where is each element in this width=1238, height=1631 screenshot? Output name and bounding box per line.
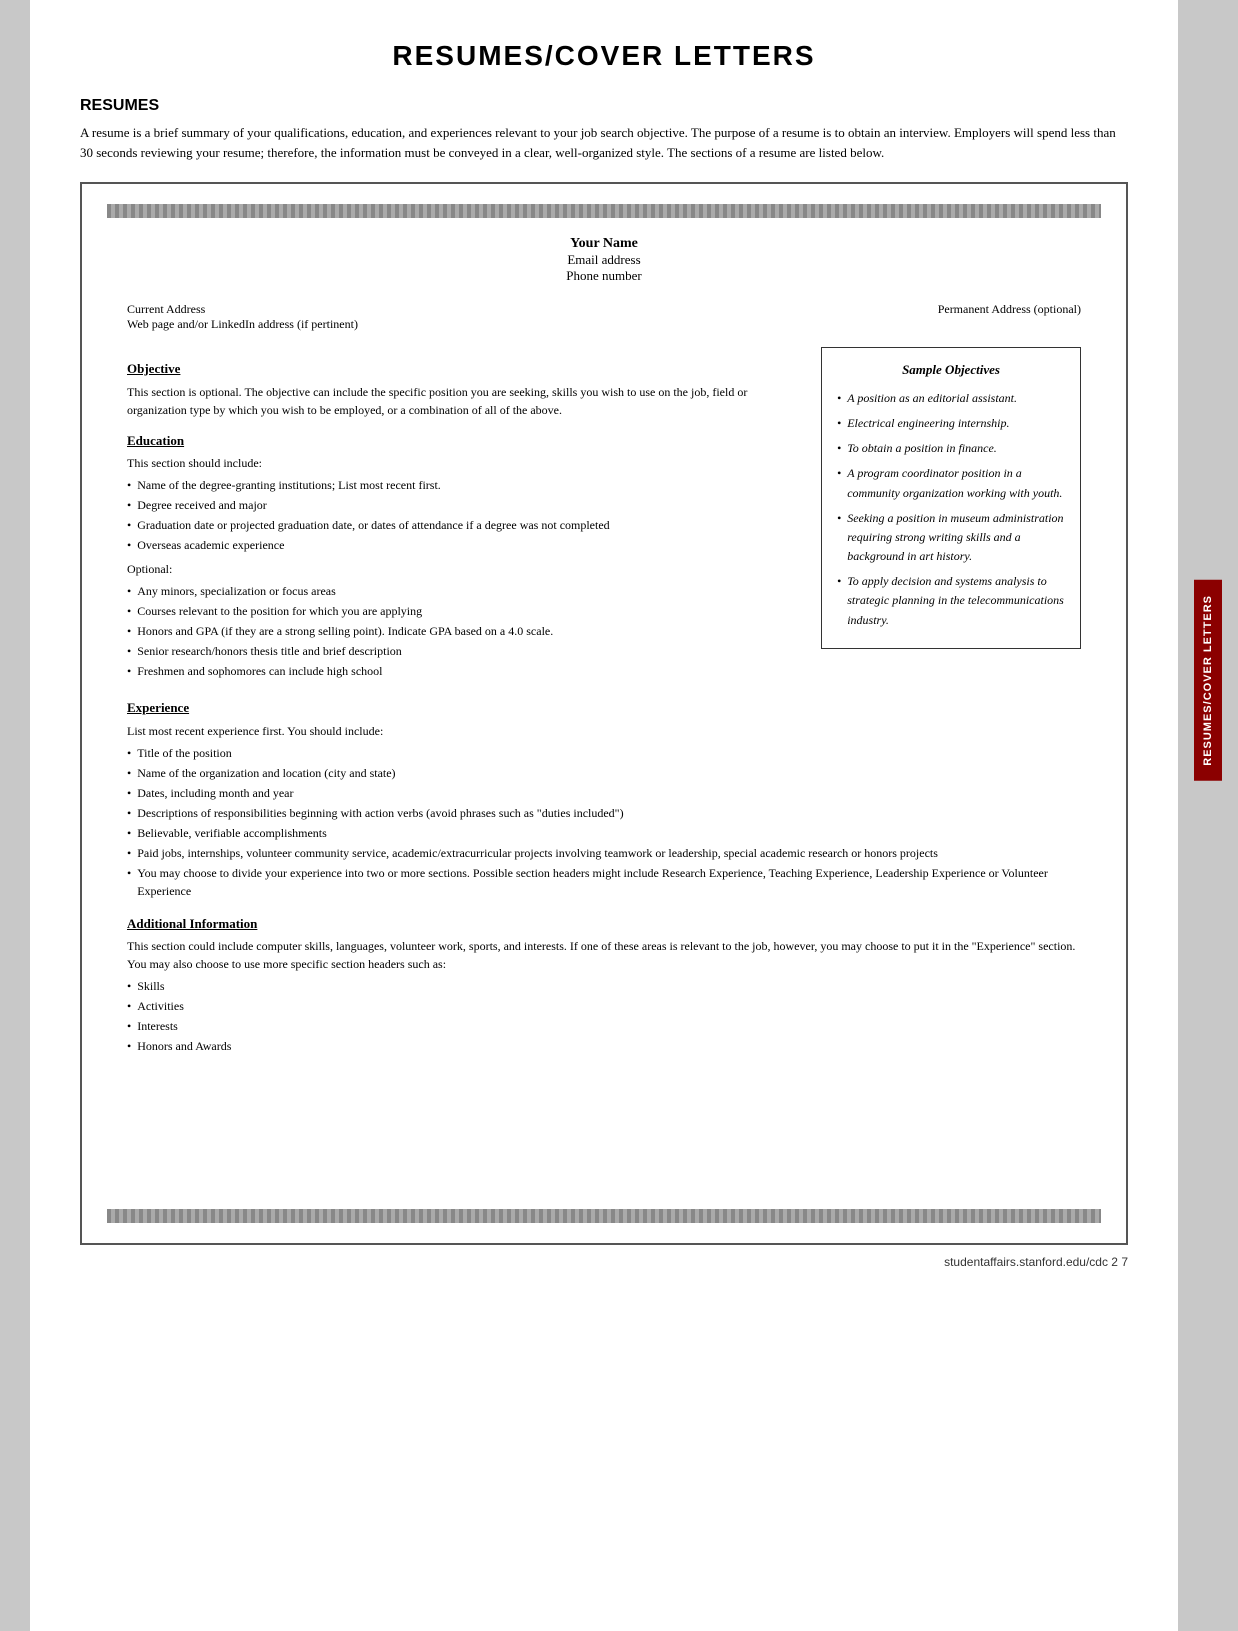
resume-phone: Phone number xyxy=(127,268,1081,284)
edu-bullet-3: Graduation date or projected graduation … xyxy=(127,516,801,534)
current-address-label: Current Address xyxy=(127,302,604,317)
exp-bullet-5: Believable, verifiable accomplishments xyxy=(127,824,1081,842)
address-right: Permanent Address (optional) xyxy=(604,302,1081,332)
resume-email: Email address xyxy=(127,252,1081,268)
sidebar-label: RESUMES/COVER LETTERS xyxy=(1194,580,1222,781)
intro-text: A resume is a brief summary of your qual… xyxy=(80,123,1128,162)
objective-text: This section is optional. The objective … xyxy=(127,383,801,419)
resumes-heading: RESUMES xyxy=(80,97,1128,115)
additional-bullets: Skills Activities Interests Honors and A… xyxy=(127,977,1081,1055)
resume-box: Your Name Email address Phone number Cur… xyxy=(80,182,1128,1245)
add-bullet-3: Interests xyxy=(127,1017,1081,1035)
spacer xyxy=(127,1059,1081,1179)
current-address-sub: Web page and/or LinkedIn address (if per… xyxy=(127,317,604,332)
education-title: Education xyxy=(127,431,801,451)
add-bullet-2: Activities xyxy=(127,997,1081,1015)
left-border xyxy=(0,0,30,1631)
objective-title: Objective xyxy=(127,359,801,379)
additional-text: This section could include computer skil… xyxy=(127,937,1081,973)
edu-bullet-4: Overseas academic experience xyxy=(127,536,801,554)
obj-1: A position as an editorial assistant. xyxy=(837,389,1065,408)
address-left: Current Address Web page and/or LinkedIn… xyxy=(127,302,604,332)
edu-bullet-2: Degree received and major xyxy=(127,496,801,514)
exp-bullet-2: Name of the organization and location (c… xyxy=(127,764,1081,782)
exp-bullet-4: Descriptions of responsibilities beginni… xyxy=(127,804,1081,822)
address-row: Current Address Web page and/or LinkedIn… xyxy=(127,302,1081,332)
education-bullets: Name of the degree-granting institutions… xyxy=(127,476,801,554)
sample-objectives-col: Sample Objectives A position as an edito… xyxy=(821,347,1081,684)
resume-name: Your Name xyxy=(127,236,1081,252)
additional-section: Additional Information This section coul… xyxy=(127,914,1081,1056)
main-content: RESUMES/COVER LETTERS RESUMES A resume i… xyxy=(30,0,1178,1631)
education-intro: This section should include: xyxy=(127,454,801,472)
resume-header: Your Name Email address Phone number xyxy=(127,236,1081,284)
opt-bullet-5: Freshmen and sophomores can include high… xyxy=(127,662,801,680)
opt-bullet-2: Courses relevant to the position for whi… xyxy=(127,602,801,620)
experience-section: Experience List most recent experience f… xyxy=(127,698,1081,900)
resume-box-inner: Your Name Email address Phone number Cur… xyxy=(107,218,1101,1209)
exp-bullet-3: Dates, including month and year xyxy=(127,784,1081,802)
add-bullet-1: Skills xyxy=(127,977,1081,995)
obj-2: Electrical engineering internship. xyxy=(837,414,1065,433)
experience-intro: List most recent experience first. You s… xyxy=(127,722,1081,740)
optional-label: Optional: xyxy=(127,560,801,578)
header-bar-top xyxy=(107,204,1101,218)
page-title: RESUMES/COVER LETTERS xyxy=(80,40,1128,72)
experience-bullets: Title of the position Name of the organi… xyxy=(127,744,1081,900)
obj-5: Seeking a position in museum administrat… xyxy=(837,509,1065,567)
right-sidebar: RESUMES/COVER LETTERS xyxy=(1178,0,1238,1631)
opt-bullet-1: Any minors, specialization or focus area… xyxy=(127,582,801,600)
add-bullet-4: Honors and Awards xyxy=(127,1037,1081,1055)
objectives-list: A position as an editorial assistant. El… xyxy=(837,389,1065,630)
exp-bullet-7: You may choose to divide your experience… xyxy=(127,864,1081,900)
resume-body: Objective This section is optional. The … xyxy=(127,347,1081,684)
resume-left-col: Objective This section is optional. The … xyxy=(127,347,801,684)
sample-objectives-box: Sample Objectives A position as an edito… xyxy=(821,347,1081,649)
bottom-hatch xyxy=(107,1209,1101,1223)
obj-6: To apply decision and systems analysis t… xyxy=(837,572,1065,630)
opt-bullet-3: Honors and GPA (if they are a strong sel… xyxy=(127,622,801,640)
permanent-address-label: Permanent Address (optional) xyxy=(604,302,1081,317)
page-container: RESUMES/COVER LETTERS RESUMES A resume i… xyxy=(0,0,1238,1631)
edu-bullet-1: Name of the degree-granting institutions… xyxy=(127,476,801,494)
obj-3: To obtain a position in finance. xyxy=(837,439,1065,458)
exp-bullet-6: Paid jobs, internships, volunteer commun… xyxy=(127,844,1081,862)
exp-bullet-1: Title of the position xyxy=(127,744,1081,762)
footer-text: studentaffairs.stanford.edu/cdc 2 7 xyxy=(80,1255,1128,1269)
education-optional-bullets: Any minors, specialization or focus area… xyxy=(127,582,801,680)
obj-4: A program coordinator position in a comm… xyxy=(837,464,1065,502)
sample-objectives-title: Sample Objectives xyxy=(837,360,1065,381)
experience-title: Experience xyxy=(127,698,1081,718)
opt-bullet-4: Senior research/honors thesis title and … xyxy=(127,642,801,660)
additional-title: Additional Information xyxy=(127,914,1081,934)
